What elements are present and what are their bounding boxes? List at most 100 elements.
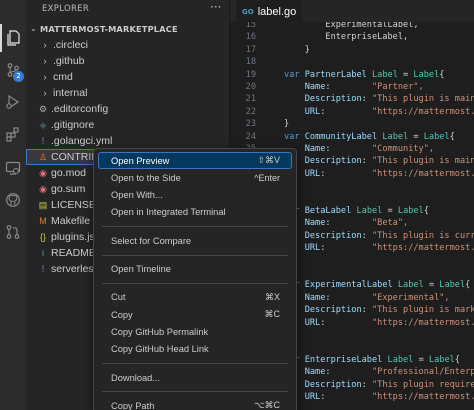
- exclamation-icon: !: [41, 136, 45, 146]
- code-line: var EnterpriseLabel Label = Label{: [284, 354, 460, 365]
- menu-item-copy-path[interactable]: Copy Path ⌥⌘C: [98, 397, 292, 410]
- line-number: 24: [245, 131, 256, 142]
- more-actions-icon[interactable]: ···: [210, 0, 221, 14]
- go-file-icon: GO: [242, 7, 254, 16]
- code-line: var ExperimentalLabel Label = Label{: [284, 280, 471, 291]
- tree-item-label: go.sum: [51, 183, 86, 195]
- line-number: 16: [245, 32, 256, 43]
- code-line: Description: "This plugin requires: [304, 379, 474, 390]
- code-line: URL: "https://mattermost.com/: [304, 317, 474, 328]
- tree-item-label: .golangci.yml: [51, 135, 113, 147]
- context-menu: Open Preview ⇧⌘V Open to the Side ^Enter Ope…: [93, 148, 297, 410]
- menu-item-shortcut: ⌘C: [264, 309, 281, 320]
- code-line: }: [284, 44, 310, 55]
- tree-item-label: .circleci: [53, 39, 89, 51]
- code-line: URL: "https://mattermost.com/: [304, 392, 474, 402]
- exclamation-icon: !: [41, 264, 45, 274]
- changes-badge: 2: [13, 71, 24, 82]
- files-icon[interactable]: [0, 24, 26, 52]
- file-item[interactable]: ◆ .gitignore: [26, 117, 230, 133]
- remote-explorer-icon[interactable]: [0, 154, 26, 182]
- code-line: var PartnerLabel Label = Label{: [284, 69, 445, 80]
- menu-separator: [102, 282, 288, 284]
- menu-separator: [102, 254, 288, 256]
- code-line: Description: "This plugin is marked: [304, 305, 474, 316]
- menu-item-shortcut: ⇧⌘V: [257, 155, 280, 165]
- menu-item-download[interactable]: Download...: [98, 369, 292, 386]
- menu-item-label: Cut: [111, 292, 126, 303]
- file-item[interactable]: ⚙ .editorconfig: [26, 101, 230, 117]
- line-number: 15: [245, 22, 256, 30]
- menu-item-open-with[interactable]: Open With...: [98, 187, 292, 204]
- menu-item-label: Copy GitHub Head Link: [111, 344, 209, 355]
- makefile-icon: M: [39, 216, 47, 226]
- file-item[interactable]: ! .golangci.yml: [26, 133, 230, 149]
- folder-item[interactable]: › internal: [26, 85, 230, 101]
- menu-item-open-preview[interactable]: Open Preview ⇧⌘V: [98, 152, 292, 169]
- code-line: Name: "Partner",: [304, 82, 424, 92]
- tree-item-label: Makefile: [51, 215, 91, 227]
- menu-item-select-for-compare[interactable]: Select for Compare: [98, 232, 292, 249]
- line-number: 18: [245, 57, 256, 68]
- menu-item-shortcut: ^Enter: [254, 172, 280, 183]
- chevron-down-icon: ⌄: [30, 24, 37, 33]
- menu-item-label: Open With...: [111, 190, 163, 201]
- menu-item-cut[interactable]: Cut ⌘X: [98, 289, 292, 306]
- braces-icon: {}: [39, 232, 46, 242]
- menu-item-label: Copy Path: [111, 400, 155, 410]
- code-line: Name: "Professional/Enterpri: [304, 367, 474, 378]
- menu-item-label: Copy: [111, 309, 133, 320]
- menu-item-open-in-integrated-terminal[interactable]: Open in Integrated Terminal: [98, 204, 292, 221]
- person-icon: ♙: [38, 151, 48, 162]
- code-line: EnterpriseLabel,: [284, 32, 409, 43]
- pull-requests-icon[interactable]: [0, 218, 26, 246]
- workspace-root-label: MATTERMOST-MARKETPLACE: [40, 23, 178, 34]
- menu-item-label: Open to the Side: [111, 172, 181, 183]
- github-icon[interactable]: [0, 186, 26, 214]
- source-control-icon[interactable]: 2: [0, 56, 26, 84]
- tree-item-label: .editorconfig: [51, 103, 109, 115]
- workspace-root[interactable]: ⌄ MATTERMOST-MARKETPLACE: [26, 20, 230, 37]
- code-line: Name: "Community",: [304, 144, 435, 154]
- tree-item-label: .github: [53, 55, 85, 67]
- line-number: 23: [245, 119, 256, 130]
- code-line: URL: "https://mattermost.com/: [304, 168, 474, 179]
- gear-icon: ⚙: [38, 103, 48, 114]
- git-icon: ◆: [39, 119, 47, 130]
- tab-label-go[interactable]: GO label.go: [236, 0, 303, 22]
- menu-item-copy-github-permalink[interactable]: Copy GitHub Permalink: [98, 323, 292, 340]
- go-gopher-icon: ◉: [39, 167, 47, 178]
- code-line: Name: "Beta",: [304, 218, 409, 229]
- code-line: ExperimentalLabel,: [284, 22, 419, 30]
- code-line: URL: "https://mattermost.com/: [304, 106, 474, 117]
- menu-item-label: Open Timeline: [111, 264, 171, 274]
- menu-item-label: Copy GitHub Permalink: [111, 326, 209, 337]
- menu-item-label: Select for Compare: [111, 235, 192, 246]
- menu-item-shortcut: ⌘X: [264, 291, 280, 302]
- chevron-right-icon: ›: [43, 56, 47, 66]
- menu-item-open-to-the-side[interactable]: Open to the Side ^Enter: [98, 169, 292, 186]
- license-icon: ▤: [38, 199, 48, 210]
- code-line: var BetaLabel Label = Label{: [284, 206, 429, 216]
- menu-separator: [102, 363, 288, 364]
- line-number: 17: [245, 44, 256, 55]
- folder-item[interactable]: › .circleci: [26, 37, 230, 53]
- go-gopher-icon: ◉: [39, 183, 47, 194]
- menu-item-shortcut: ⌥⌘C: [254, 400, 280, 410]
- tree-item-label: .gitignore: [51, 119, 95, 131]
- run-debug-icon[interactable]: [0, 88, 26, 116]
- menu-item-copy-github-head-link[interactable]: Copy GitHub Head Link: [98, 341, 292, 358]
- code-line: Description: "This plugin is maintai: [304, 156, 474, 167]
- info-icon: i: [42, 248, 44, 258]
- tab-bar: GO label.go: [230, 0, 474, 22]
- code-line: }: [284, 119, 290, 130]
- extensions-icon[interactable]: [0, 120, 26, 148]
- code-line: Description: "This plugin is maintai: [304, 94, 474, 105]
- tab-title: label.go: [257, 5, 297, 18]
- folder-item[interactable]: › cmd: [26, 69, 230, 85]
- menu-separator: [102, 391, 288, 393]
- menu-item-copy[interactable]: Copy ⌘C: [98, 306, 292, 323]
- folder-item[interactable]: › .github: [26, 53, 230, 69]
- menu-item-open-timeline[interactable]: Open Timeline: [98, 261, 292, 278]
- code-line: var CommunityLabel Label = Label{: [284, 131, 455, 142]
